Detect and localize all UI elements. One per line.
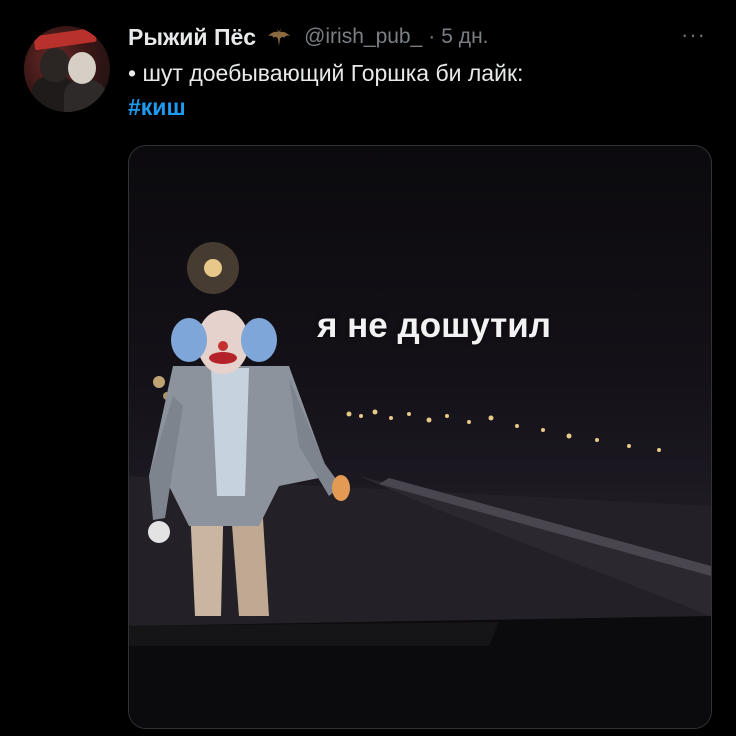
avatar[interactable]: [24, 26, 110, 112]
separator: ·: [428, 25, 436, 48]
display-name[interactable]: Рыжий Пёс: [128, 24, 256, 51]
handle[interactable]: @irish_pub_: [304, 25, 422, 49]
avatar-person-right-body: [64, 80, 106, 112]
bat-icon: [266, 24, 292, 50]
more-options-icon[interactable]: ···: [681, 22, 706, 48]
meme-caption: я не дошутил: [317, 306, 552, 345]
avatar-person-right-head: [68, 52, 96, 84]
tweet-text: • шут доебывающий Горшка би лайк:: [128, 60, 524, 86]
clown-photo: [129, 242, 711, 728]
avatar-person-left-head: [40, 48, 70, 82]
tweet-header: Рыжий Пёс @irish_pub_ · 5 дн.: [128, 22, 489, 52]
tweet-media[interactable]: я не дошутил: [128, 145, 712, 729]
timestamp[interactable]: 5 дн.: [441, 25, 488, 49]
avatar-banner: [33, 27, 97, 51]
hashtag-link[interactable]: #киш: [128, 94, 186, 121]
tweet[interactable]: Рыжий Пёс @irish_pub_ · 5 дн. ··· • шут …: [0, 0, 736, 736]
